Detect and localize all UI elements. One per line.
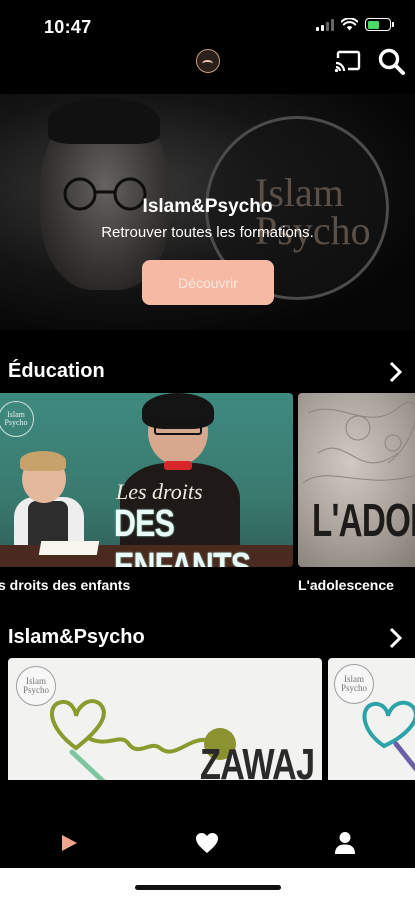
- course-card-thumbnail[interactable]: Islam Psycho Les droits DES ENFANTS: [0, 393, 293, 567]
- app-logo: [196, 49, 220, 73]
- illustration-child-hair: [20, 451, 66, 471]
- hero-banner[interactable]: Islam Psycho Islam&Psycho Retrouver tout…: [0, 94, 415, 330]
- status-time: 10:47: [44, 17, 92, 37]
- search-icon[interactable]: [376, 46, 408, 78]
- home-indicator-area: [0, 868, 415, 900]
- tab-play[interactable]: [54, 830, 84, 856]
- course-card-caption[interactable]: L'adolescence: [298, 577, 394, 593]
- thumbnail-title-top: Les droits: [116, 479, 203, 504]
- tab-profile[interactable]: [330, 830, 360, 856]
- top-app-bar: [0, 46, 415, 90]
- home-indicator[interactable]: [135, 885, 281, 890]
- person-icon: [335, 832, 355, 854]
- course-card-thumbnail[interactable]: Islam Psycho: [328, 658, 415, 780]
- signal-icon: [316, 18, 334, 31]
- bottom-tab-bar: [0, 808, 415, 868]
- section-title: Éducation: [8, 360, 105, 382]
- tab-favorites[interactable]: [192, 830, 222, 856]
- illustration-bow-tie: [164, 461, 192, 470]
- hero-title: Islam&Psycho: [142, 196, 273, 217]
- course-card-thumbnail[interactable]: L'ADOLE: [298, 393, 415, 567]
- play-icon: [62, 835, 77, 851]
- illustration-sketch: [302, 401, 415, 484]
- heart-icon: [196, 833, 218, 853]
- course-card-caption[interactable]: s droits des enfants: [0, 577, 130, 593]
- chevron-right-icon[interactable]: [387, 360, 405, 384]
- illustration-man-glasses: [154, 423, 202, 435]
- hero-subtitle: Retrouver toutes les formations.: [101, 224, 314, 241]
- course-card-thumbnail[interactable]: Islam Psycho ZAWAJ: [8, 658, 322, 780]
- thumbnail-title: DES ENFANTS: [114, 503, 251, 567]
- chevron-right-icon[interactable]: [387, 626, 405, 650]
- thumbnail-title: ZAWAJ: [200, 740, 315, 780]
- brand-logo: Islam Psycho: [0, 401, 34, 437]
- cast-icon[interactable]: [334, 49, 362, 75]
- thumbnail-title: L'ADOLE: [312, 494, 415, 546]
- illustration-paper: [38, 541, 100, 555]
- status-bar: 10:47: [0, 0, 415, 46]
- section-header-education[interactable]: Éducation: [0, 358, 415, 388]
- section-title: Islam&Psycho: [8, 626, 145, 648]
- discover-button[interactable]: Découvrir: [142, 260, 274, 305]
- hero-portrait-hair: [48, 98, 160, 144]
- yarn-heart-illustration: [362, 700, 415, 772]
- status-icons: [316, 18, 394, 31]
- wifi-icon: [341, 18, 358, 31]
- section-header-islam-psycho[interactable]: Islam&Psycho: [0, 624, 415, 654]
- battery-icon: [365, 18, 394, 31]
